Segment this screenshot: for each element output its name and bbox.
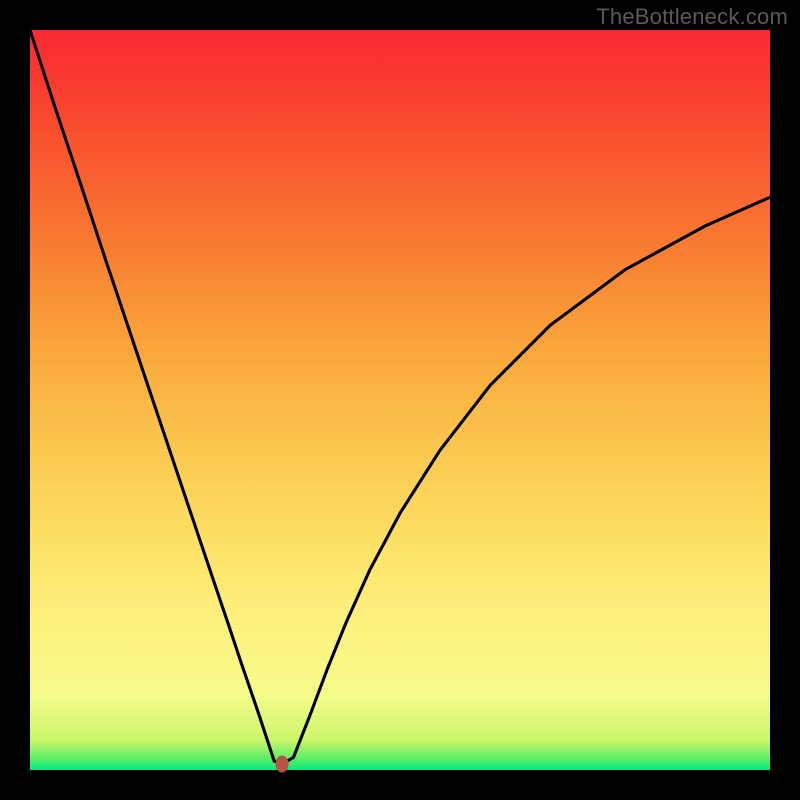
watermark-text: TheBottleneck.com [596, 4, 788, 30]
curve-path [30, 30, 770, 763]
optimal-point-marker [276, 756, 289, 773]
chart-frame: TheBottleneck.com [0, 0, 800, 800]
bottleneck-curve [30, 30, 770, 770]
